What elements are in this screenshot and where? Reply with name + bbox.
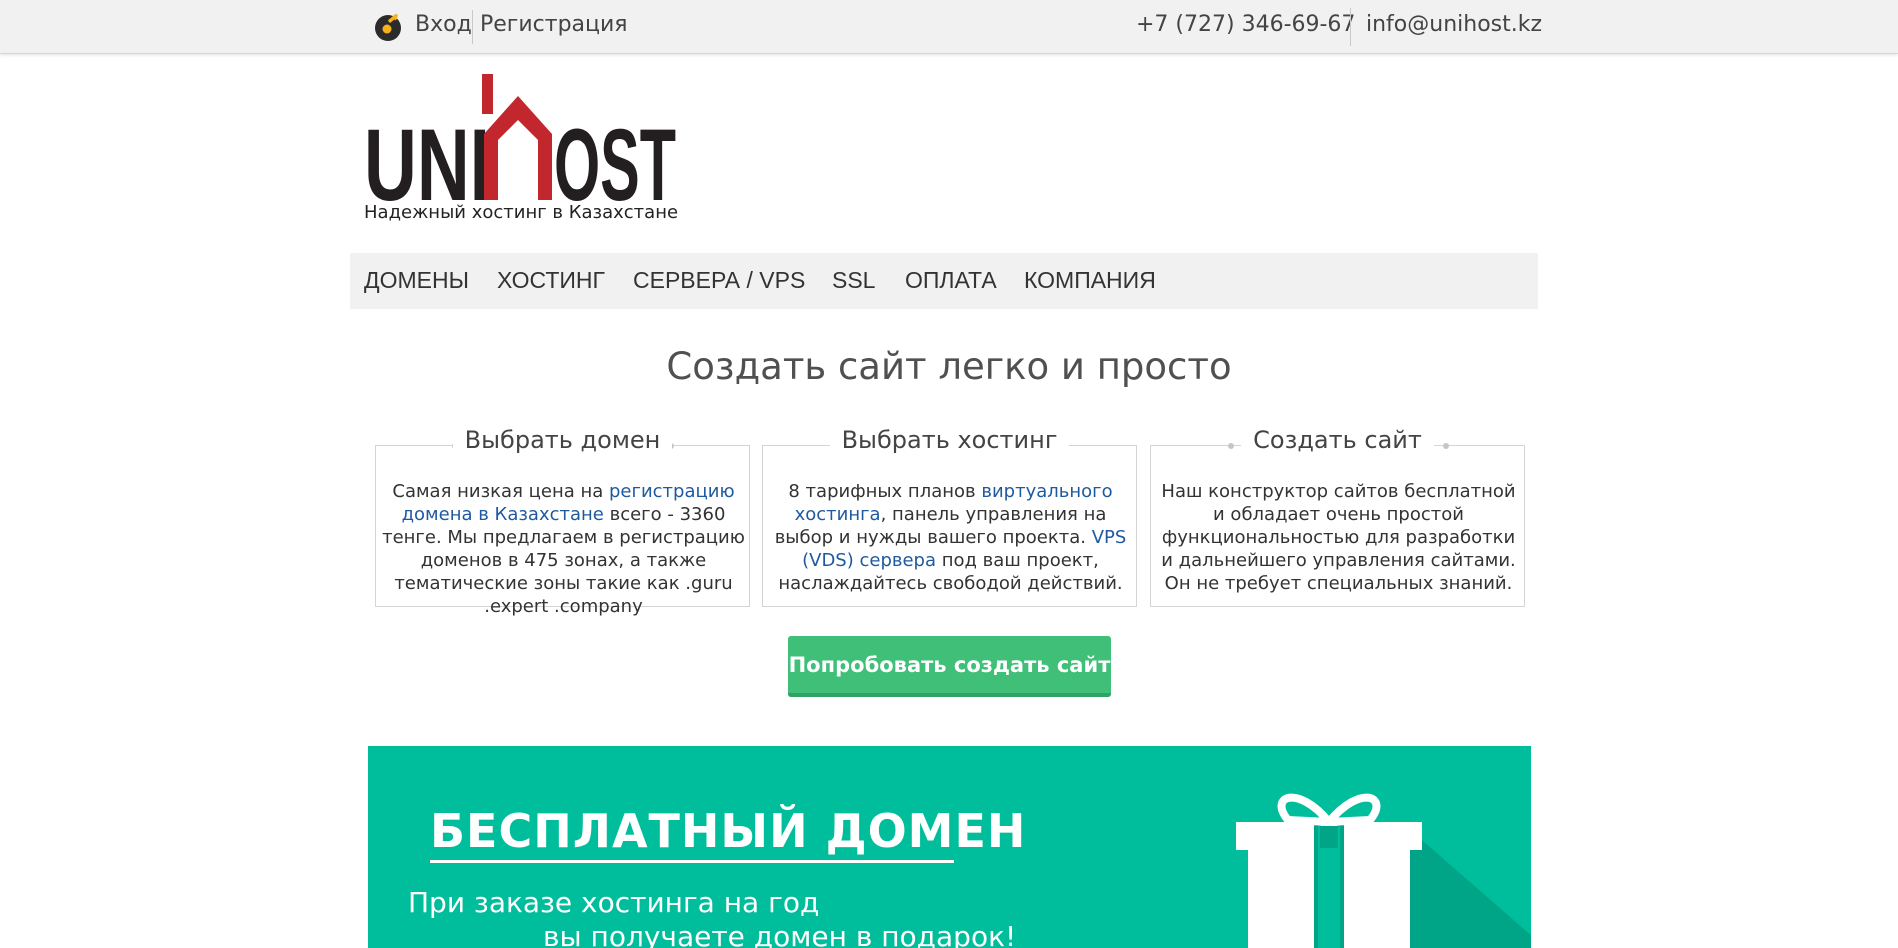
phone-number: +7 (727) 346-69-67 (1136, 12, 1356, 37)
email-link[interactable]: info@unihost.kz (1366, 12, 1542, 37)
page-title: Создать сайт легко и просто (666, 345, 1232, 388)
chimney (482, 74, 493, 114)
logo-tagline: Надежный хостинг в Казахстане (364, 202, 679, 223)
card-title: Выбрать хостинг (762, 426, 1137, 454)
card-choose-domain: Самая низкая цена на регистрацию домена … (375, 445, 750, 617)
nav-item-payment[interactable]: ОПЛАТА (905, 267, 997, 294)
card-title-wrap: Выбрать хостинг (762, 426, 1137, 466)
card-title: Создать сайт (1150, 426, 1525, 454)
free-domain-banner[interactable]: БЕСПЛАТНЫЙ ДОМЕН При заказе хостинга на … (368, 746, 1531, 948)
house-icon (484, 96, 552, 200)
card-choose-hosting: 8 тарифных планов виртуального хостинга,… (762, 445, 1137, 607)
try-create-site-button[interactable]: Попробовать создать сайт (788, 636, 1111, 697)
unihost-logo[interactable]: UNI OST (364, 74, 676, 202)
nav-item-servers[interactable]: СЕРВЕРА / VPS (633, 267, 805, 294)
divider (472, 10, 473, 44)
logo-text-right: OST (554, 108, 676, 202)
card-text-part: Наш конструктор сайтов бесплатной и обла… (1161, 481, 1516, 594)
nav-item-company[interactable]: КОМПАНИЯ (1024, 267, 1156, 294)
card-text-part: 8 тарифных планов (788, 481, 982, 502)
card-title-text: Выбрать хостинг (829, 426, 1070, 454)
key-icon (375, 13, 401, 41)
card-title-text: Создать сайт (1241, 426, 1434, 454)
banner-text: При заказе хостинга на год (408, 886, 820, 919)
logo-text-left: UNI (364, 108, 490, 202)
login-link[interactable]: Вход (415, 12, 472, 37)
banner-title: БЕСПЛАТНЫЙ ДОМЕН (430, 804, 1027, 858)
card-text: Наш конструктор сайтов бесплатной и обла… (1155, 480, 1522, 595)
register-link[interactable]: Регистрация (480, 12, 628, 37)
card-title-text: Выбрать домен (452, 426, 673, 454)
card-text-part: Самая низкая цена на (392, 481, 609, 502)
card-title-wrap: Создать сайт (1150, 426, 1525, 466)
card-create-site: Наш конструктор сайтов бесплатной и обла… (1150, 445, 1525, 607)
banner-underline (430, 860, 954, 863)
top-bar: Вход Регистрация +7 (727) 346-69-67 info… (0, 0, 1898, 54)
card-text: 8 тарифных планов виртуального хостинга,… (767, 480, 1134, 595)
nav-item-hosting[interactable]: ХОСТИНГ (497, 267, 605, 294)
main-nav: ДОМЕНЫ ХОСТИНГ СЕРВЕРА / VPS SSL ОПЛАТА … (350, 253, 1538, 309)
nav-item-ssl[interactable]: SSL (832, 267, 875, 294)
divider (1350, 8, 1351, 46)
card-title-wrap: Выбрать домен (375, 426, 750, 466)
card-title: Выбрать домен (375, 426, 750, 454)
gift-icon (1236, 793, 1531, 948)
nav-item-domains[interactable]: ДОМЕНЫ (364, 267, 469, 294)
card-text: Самая низкая цена на регистрацию домена … (380, 480, 747, 618)
banner-text: вы получаете домен в подарок! (543, 920, 1017, 948)
